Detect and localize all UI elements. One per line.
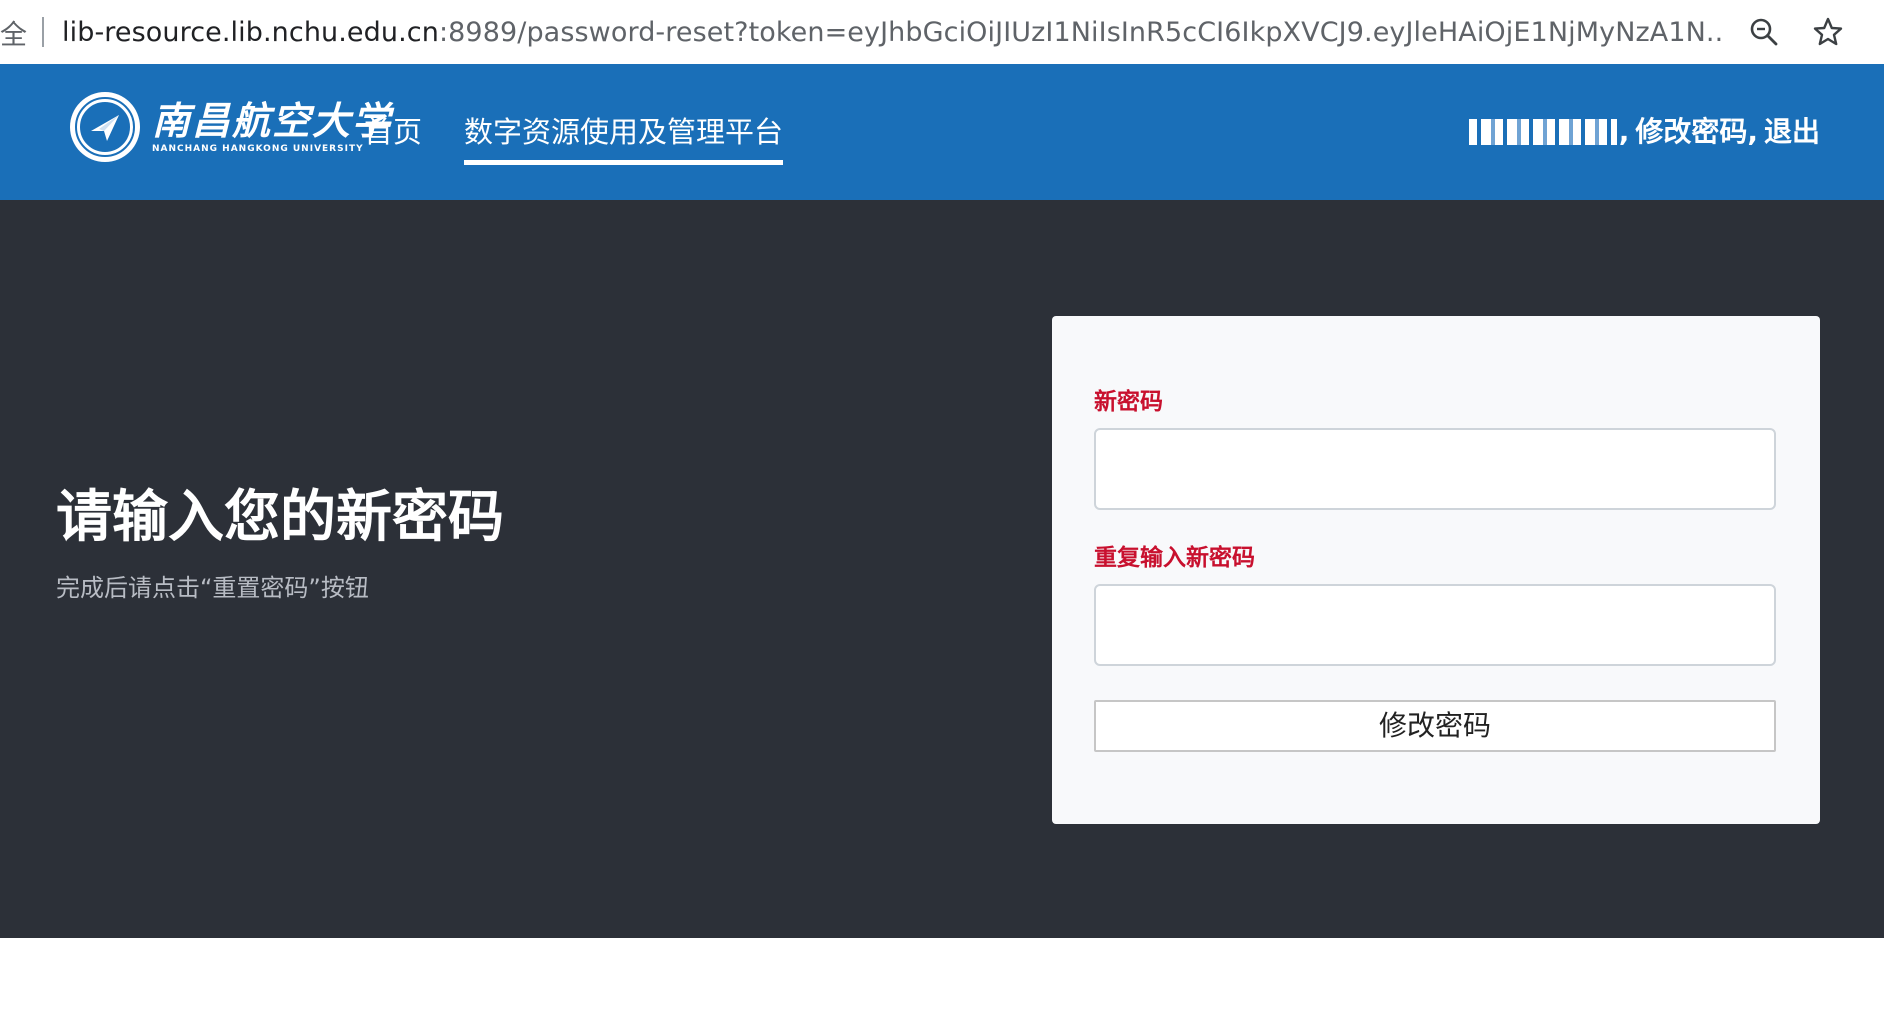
star-icon[interactable] (1804, 8, 1852, 56)
url-host: lib-resource.lib.nchu.edu.cn (62, 16, 439, 48)
repeat-password-label: 重复输入新密码 (1094, 545, 1255, 571)
site-header: 南昌航空大学 NANCHANG HANGKONG UNIVERSITY 首页 数… (0, 64, 1884, 200)
user-menu: , 修改密码 , 退出 (1468, 112, 1820, 152)
page-subtitle: 完成后请点击“重置密码”按钮 (56, 574, 369, 602)
logout-link[interactable]: 退出 (1764, 112, 1820, 152)
browser-address-bar: 全 lib-resource.lib.nchu.edu.cn:8989/pass… (0, 0, 1884, 64)
security-indicator-icon[interactable]: 全 (0, 13, 30, 52)
emblem-icon (70, 92, 140, 162)
university-logo[interactable]: 南昌航空大学 NANCHANG HANGKONG UNIVERSITY (70, 92, 392, 162)
url-path: :8989/password-reset?token=eyJhbGciOiJIU… (438, 16, 1722, 48)
magnifier-icon[interactable] (1740, 8, 1788, 56)
new-password-label: 新密码 (1094, 389, 1163, 415)
change-password-button[interactable]: 修改密码 (1094, 700, 1776, 752)
hero-section: 请输入您的新密码 完成后请点击“重置密码”按钮 新密码 重复输入新密码 修改密码 (0, 200, 1884, 938)
nav-platform-link[interactable]: 数字资源使用及管理平台 (464, 112, 784, 165)
user-separator: , (1618, 115, 1630, 148)
logo-chinese-name: 南昌航空大学 (152, 98, 393, 143)
address-separator (42, 17, 44, 47)
change-password-link[interactable]: 修改密码 (1635, 112, 1747, 152)
url-field[interactable]: lib-resource.lib.nchu.edu.cn:8989/passwo… (62, 17, 1722, 48)
repeat-password-input[interactable] (1094, 584, 1776, 666)
nav-home-link[interactable]: 首页 (364, 112, 422, 152)
password-reset-form: 新密码 重复输入新密码 修改密码 (1052, 316, 1820, 824)
redacted-username (1468, 119, 1617, 145)
logo-english-name: NANCHANG HANGKONG UNIVERSITY (152, 144, 364, 154)
new-password-input[interactable] (1094, 428, 1776, 510)
user-separator: , (1747, 115, 1758, 148)
page-title: 请输入您的新密码 (56, 485, 504, 550)
